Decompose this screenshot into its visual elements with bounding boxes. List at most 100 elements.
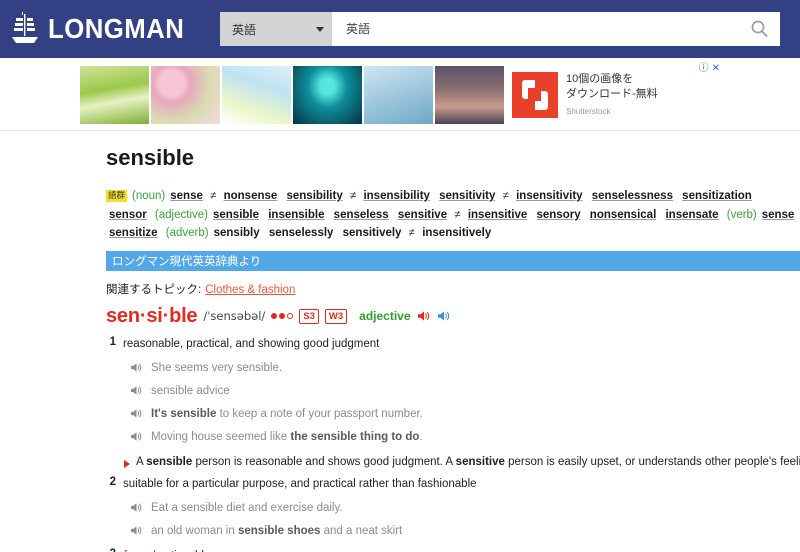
word-family-term[interactable]: senselessness [592,190,673,202]
word-family-term[interactable]: insensate [665,209,718,221]
word-family-term[interactable]: sensory [536,209,580,221]
thesaurus-term-2: sensitive [455,455,505,468]
word-family-term[interactable]: sensitive [398,209,447,221]
ad-controls[interactable]: ⓘ ✕ [699,64,720,74]
example-collocation: the sensible thing to do [290,431,420,444]
ad-call-to-action[interactable]: 10個の画像を ダウンロード-無料 Shutterstock [504,66,720,124]
example-text: She seems very sensible. [151,361,283,374]
ad-thumbnail[interactable] [364,66,433,124]
word-family-term[interactable]: sense [762,209,795,221]
entry-headword: sen·si·ble [106,304,198,327]
speaker-icon-american[interactable] [437,310,451,322]
ad-thumbnail[interactable] [293,66,362,124]
word-family-term[interactable]: sensibly [214,227,260,239]
shutterstock-logo-icon [512,72,558,118]
example-sentence: an old woman in sensible shoes and a nea… [130,523,800,540]
ad-headline-2: ダウンロード-無料 [566,87,658,100]
word-family-opposite-symbol: ≠ [502,190,509,202]
sense-number: 3 [106,548,116,552]
ad-brand-name: Shutterstock [566,107,611,117]
speaker-icon-example[interactable] [130,408,143,419]
sense-item: 3 formalnoticeable [106,548,800,552]
dictionary-source-bar: ロングマン現代英英辞典より [106,250,800,271]
speaker-icon-example[interactable] [130,362,143,373]
entry-header: sen·si·ble /ˈsensəbəl/ S3 W3 adjective [106,305,800,328]
word-family-pos: (verb) [726,208,757,221]
example-text: an old woman in sensible shoes and a nea… [151,524,403,537]
example-text: Moving house seemed like the sensible th… [151,431,423,444]
ad-thumbnails[interactable] [80,66,504,124]
word-family-term[interactable]: sensitively [343,227,402,239]
word-family-term[interactable]: insensibility [363,190,429,202]
word-family-term[interactable]: senselessly [269,227,334,239]
word-family-term[interactable]: nonsense [224,190,278,202]
speaker-icon-example[interactable] [130,525,143,536]
chevron-down-icon [316,26,324,32]
word-family-term[interactable]: sensible [213,209,259,221]
sense-definition: suitable for a particular purpose, and p… [123,477,477,490]
word-family-term[interactable]: insensitivity [516,190,582,202]
word-family-term[interactable]: insensitive [468,209,527,221]
speaker-icon-example[interactable] [130,502,143,513]
ad-thumbnail[interactable] [222,66,291,124]
word-family-term[interactable]: sensor [109,209,147,221]
spoken-frequency-badge: S3 [299,308,319,324]
search-bar[interactable]: 英語 [220,12,780,46]
brand-logo[interactable]: LONGMAN [10,12,210,46]
word-family-opposite-symbol: ≠ [454,208,461,221]
search-icon[interactable] [750,19,770,39]
thesaurus-text: A sensible person is reasonable and show… [136,455,800,468]
written-frequency-badge: W3 [324,308,348,324]
ad-close-icon[interactable]: ✕ [712,64,720,74]
ad-content[interactable]: 10個の画像を ダウンロード-無料 Shutterstock ⓘ ✕ [80,64,720,124]
sense-number: 2 [109,475,116,488]
word-family-term[interactable]: nonsensical [590,209,656,221]
language-select[interactable]: 英語 [220,12,332,46]
site-header: LONGMAN 英語 [0,0,800,58]
sense-body: reasonable, practical, and showing good … [123,336,379,354]
word-family-badge: 語群 [106,190,128,202]
word-family-term[interactable]: sensitize [109,227,158,239]
word-family-term[interactable]: senseless [334,209,389,221]
ship-icon [12,12,38,43]
example-text: Eat a sensible diet and exercise daily. [151,501,343,514]
word-family-term[interactable]: sensitivity [439,190,495,202]
ad-thumbnail[interactable] [151,66,220,124]
logo-notch [528,88,541,101]
ad-banner[interactable]: 10個の画像を ダウンロード-無料 Shutterstock ⓘ ✕ [0,58,800,131]
thesaurus-marker-icon [124,459,130,468]
word-family-term[interactable]: insensible [268,209,324,221]
example-sentence: It's sensible to keep a note of your pas… [130,406,800,423]
frequency-dots [271,313,294,320]
related-topic-link[interactable]: Clothes & fashion [205,284,295,296]
example-text: sensible advice [151,384,230,397]
search-field-wrapper[interactable] [332,12,780,46]
search-input[interactable] [344,21,750,37]
ad-headline-1: 10個の画像を [566,72,634,85]
frequency-dot-empty [287,313,294,320]
sense-definition: reasonable, practical, and showing good … [123,337,380,350]
example-text: It's sensible to keep a note of your pas… [151,408,423,421]
speaker-icon-example[interactable] [130,385,143,396]
brand-name: LONGMAN [48,13,185,44]
ad-info-icon[interactable]: ⓘ [699,64,709,74]
thesaurus-note: A sensible person is reasonable and show… [124,456,800,468]
sense-list: 1 reasonable, practical, and showing good… [106,336,800,552]
ad-text: 10個の画像を ダウンロード-無料 Shutterstock [566,72,658,118]
frequency-dot-filled [271,313,278,320]
speaker-icon-example[interactable] [130,431,143,442]
word-family-pos: (noun) [132,190,166,202]
word-family-term[interactable]: insensitively [422,227,491,239]
example-collocation: It's sensible [151,408,217,421]
ad-thumbnail[interactable] [435,66,504,124]
related-topic-label: 関連するトピック: [106,283,202,296]
sense-item: 1 reasonable, practical, and showing good… [106,336,800,354]
word-family-groups: (noun) sense ≠ nonsense sensibility ≠ ins… [106,190,797,239]
thesaurus-term-1: sensible [146,455,193,468]
speaker-icon-british[interactable] [417,310,431,322]
ad-thumbnail[interactable] [80,66,149,124]
word-family-pos: (adverb) [165,227,209,240]
word-family-term[interactable]: sensibility [286,190,342,202]
word-family-term[interactable]: sense [170,190,203,202]
word-family-term[interactable]: sensitization [682,190,752,202]
